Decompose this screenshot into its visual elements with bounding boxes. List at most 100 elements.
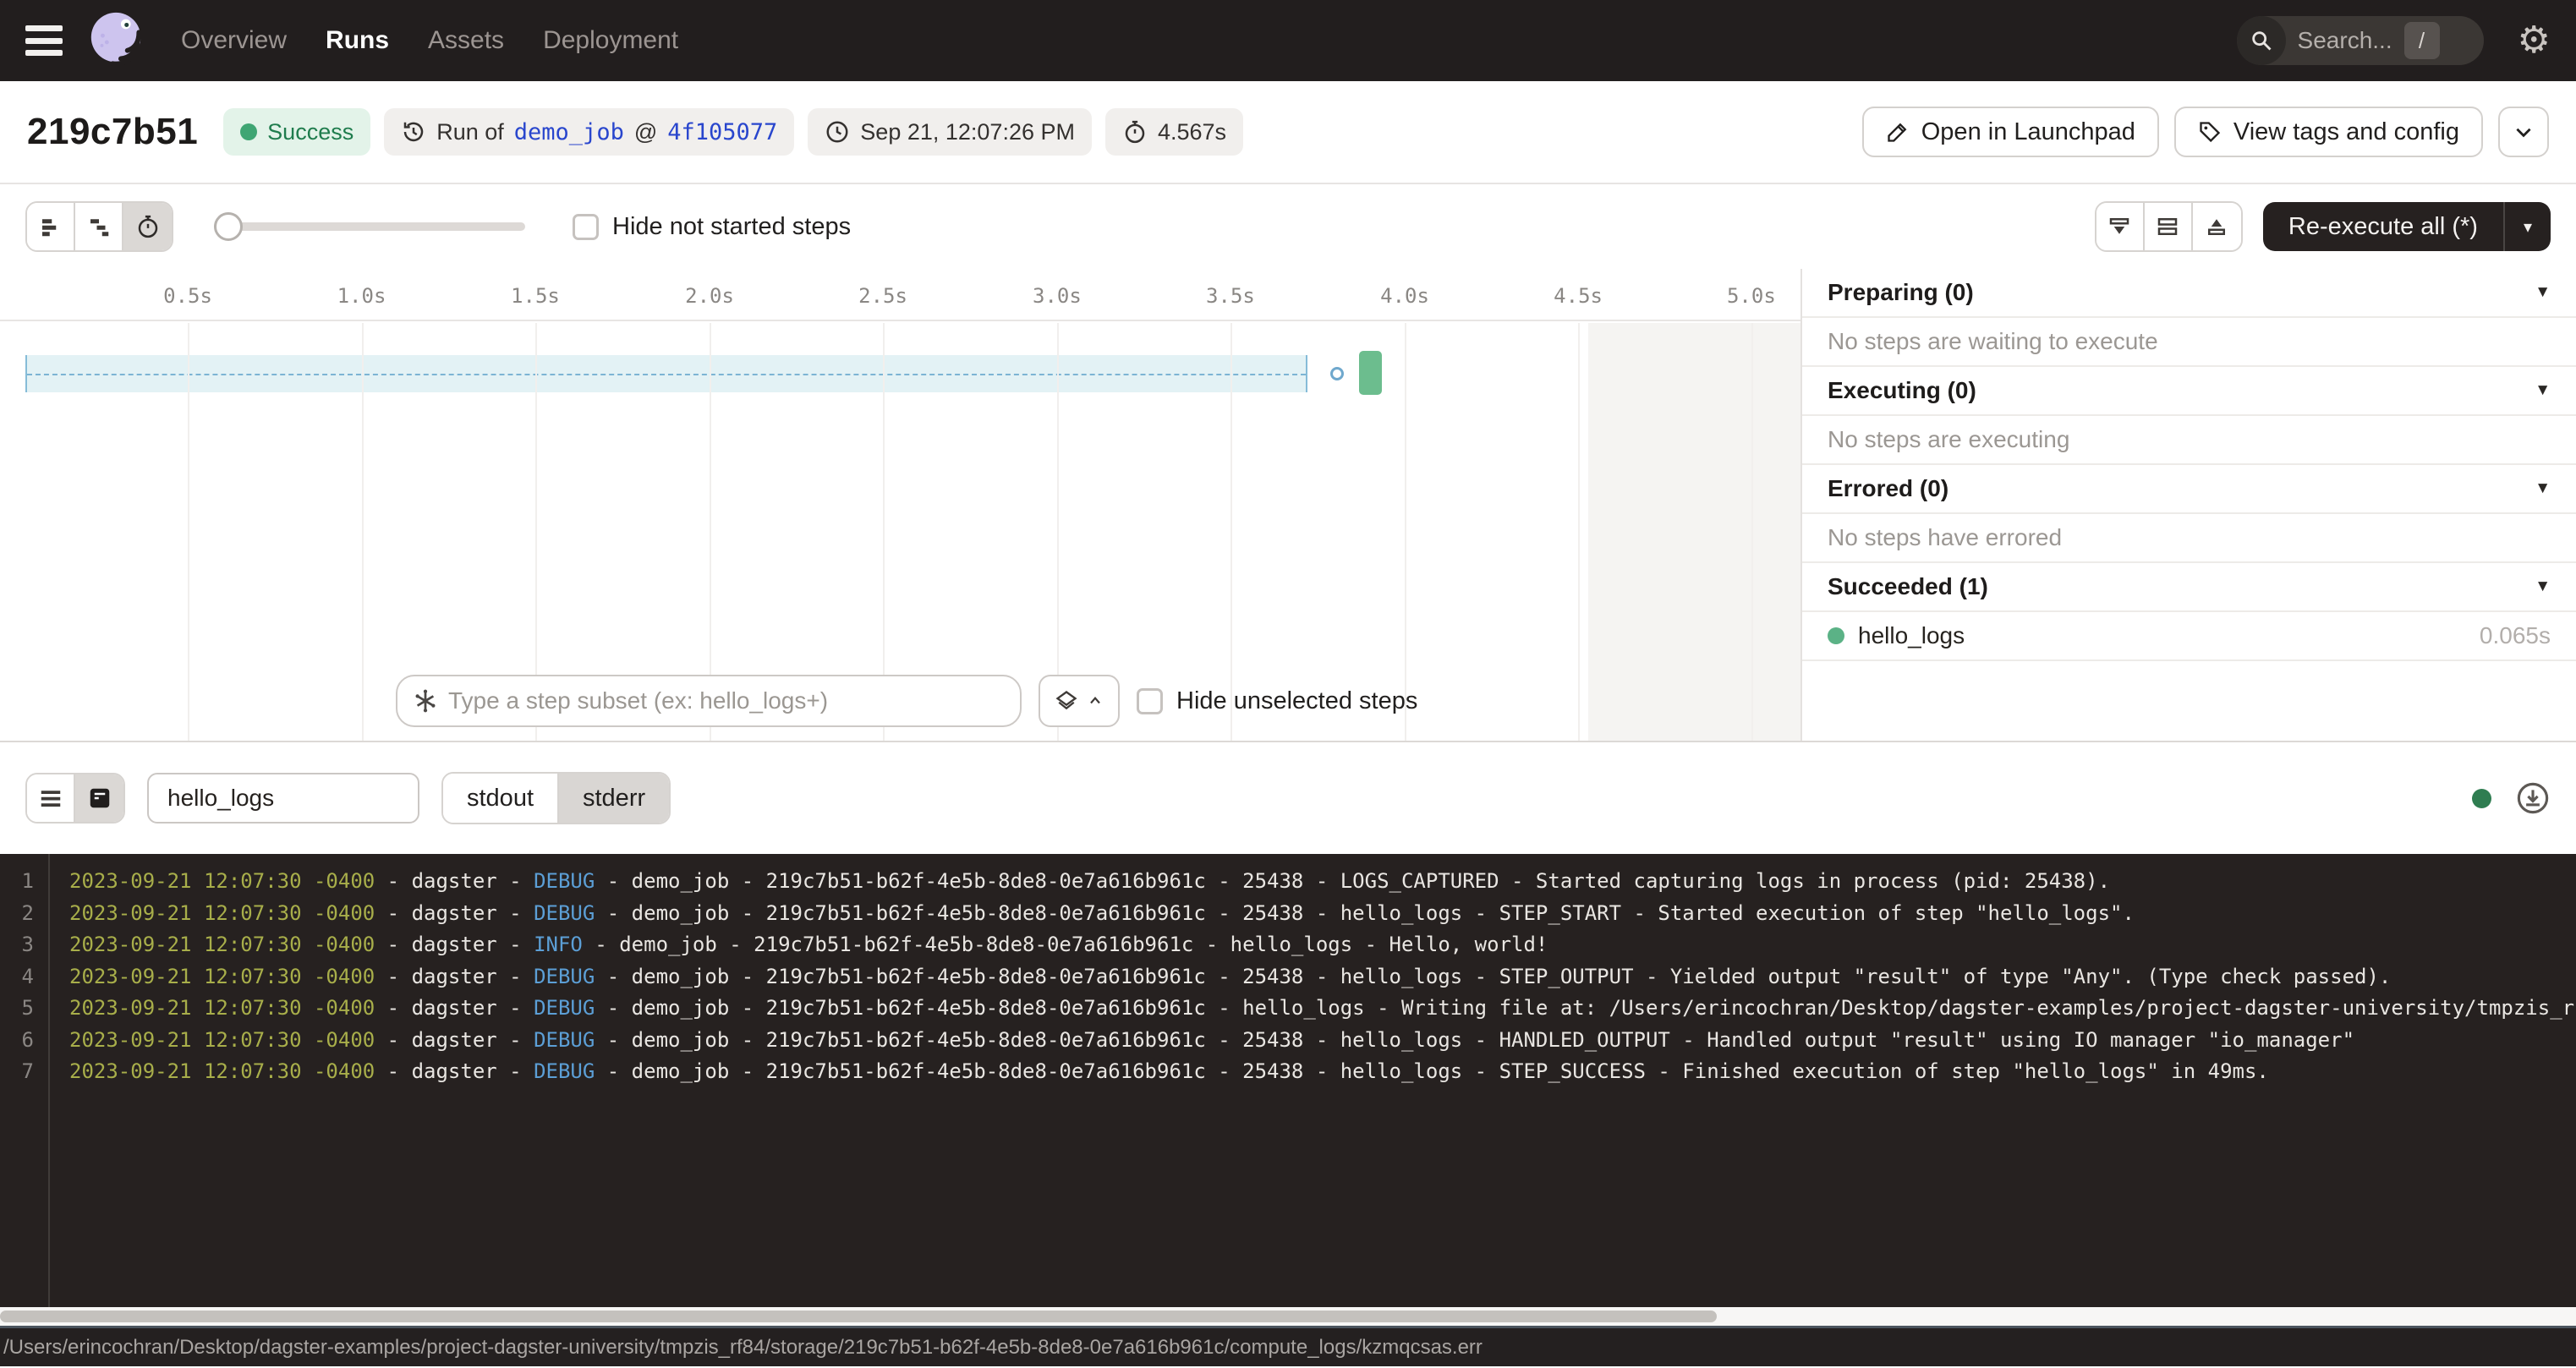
step-duration: 0.065s [2480,622,2551,649]
hide-unselected-checkbox-row[interactable]: Hide unselected steps [1137,687,1417,715]
caret-down-icon: ▼ [2535,283,2551,302]
hide-unselected-checkbox[interactable] [1137,688,1163,714]
log-level: INFO [534,933,583,956]
nav-item-deployment[interactable]: Deployment [543,26,678,55]
step-subset-input[interactable] [448,687,1005,714]
gear-icon[interactable]: ⚙ [2518,22,2551,59]
panel-section-header[interactable]: Errored (0) ▼ [1802,465,2576,514]
axis-tick-label: 5.0s [1727,284,1776,308]
log-line: 12023-09-21 12:07:30 -0400 - dagster - D… [0,866,2576,898]
log-line: 52023-09-21 12:07:30 -0400 - dagster - D… [0,993,2576,1025]
tab-stdout[interactable]: stdout [443,774,559,823]
axis-tick-label: 3.0s [1033,284,1082,308]
hide-not-started-checkbox-row[interactable]: Hide not started steps [573,213,851,241]
caret-down-icon: ▼ [2535,479,2551,498]
axis-tick-label: 2.5s [858,284,907,308]
tab-stderr[interactable]: stderr [559,774,669,823]
open-in-launchpad-button[interactable]: Open in Launchpad [1862,107,2159,157]
log-level: DEBUG [534,1028,595,1052]
run-actions-chevron-button[interactable] [2498,107,2549,157]
panel-empty-state: No steps have errored [1802,514,2576,563]
run-id-title: 219c7b51 [27,111,198,153]
download-log-icon[interactable] [2515,780,2551,816]
log-line: 62023-09-21 12:07:30 -0400 - dagster - D… [0,1025,2576,1057]
view-tags-config-button[interactable]: View tags and config [2174,107,2483,157]
hide-unselected-label: Hide unselected steps [1176,687,1417,715]
hide-not-started-checkbox[interactable] [573,214,599,240]
axis-tick-label: 1.0s [337,284,386,308]
view-timed-gantt-button[interactable] [123,203,172,250]
log-line: 42023-09-21 12:07:30 -0400 - dagster - D… [0,961,2576,993]
run-header: 219c7b51 Success Run of demo_job @ 4f105… [0,81,2576,184]
gridline [1751,323,1753,741]
tag-icon [2198,120,2222,144]
log-message: - demo_job - 219c7b51-b62f-4e5b-8de8-0e7… [595,869,2110,893]
view-flat-gantt-button[interactable] [27,203,75,250]
axis-tick-label: 4.5s [1554,284,1603,308]
panel-section-header[interactable]: Preparing (0) ▼ [1802,269,2576,318]
slider-handle[interactable] [214,212,243,241]
split-panes-button[interactable] [2145,203,2193,250]
panel-empty-state: No steps are waiting to execute [1802,318,2576,367]
expand-top-pane-button[interactable] [2193,203,2241,250]
log-message: - demo_job - 219c7b51-b62f-4e5b-8de8-0e7… [595,901,2135,925]
nav-item-assets[interactable]: Assets [428,26,504,55]
panel-empty-state: No steps are executing [1802,416,2576,465]
log-timestamp: 2023-09-21 12:07:30 -0400 [69,901,375,925]
clock-icon [825,119,850,145]
global-search[interactable]: / [2237,16,2484,65]
run-of-pill: Run of demo_job @ 4f105077 [384,108,794,156]
search-icon [2237,16,2286,65]
after-run-band [1588,323,1800,741]
panel-section-header[interactable]: Succeeded (1)▼ [1802,563,2576,612]
search-input[interactable] [2286,27,2404,54]
top-nav: Overview Runs Assets Deployment / ⚙ [0,0,2576,81]
log-status-dot-icon [2472,789,2491,808]
log-separator: - dagster - [375,869,534,893]
log-line: 72023-09-21 12:07:30 -0400 - dagster - D… [0,1056,2576,1088]
step-subset-inputbox[interactable] [396,675,1022,727]
panel-section-title: Errored (0) [1828,475,1948,502]
commit-link[interactable]: 4f105077 [667,119,777,145]
gantt-toolbar: Hide not started steps Re-execute all (*… [0,184,2576,269]
step-execution-bar[interactable] [1359,351,1382,395]
expand-bottom-pane-button[interactable] [2096,203,2145,250]
view-waterfall-gantt-button[interactable] [75,203,123,250]
structured-log-view-button[interactable] [27,774,75,822]
waiting-dash-line [27,374,1306,375]
nav-item-overview[interactable]: Overview [181,26,287,55]
panel-section-title: Executing (0) [1828,377,1976,404]
axis-tick-label: 4.0s [1380,284,1429,308]
slider-track[interactable] [214,222,525,231]
log-timestamp: 2023-09-21 12:07:30 -0400 [69,996,375,1020]
gantt-toolbar-right: Re-execute all (*) ▾ [2095,201,2551,252]
chevron-down-icon [2513,121,2535,143]
panel-section-title: Preparing (0) [1828,279,1974,306]
log-line-number: 7 [0,1056,34,1088]
axis-tick-label: 1.5s [511,284,560,308]
panel-section-title: Succeeded (1) [1828,573,1988,600]
log-level: DEBUG [534,1059,595,1083]
log-step-filter-input[interactable] [147,773,419,824]
reexecute-all-button[interactable]: Re-execute all (*) [2263,213,2503,241]
horizontal-scrollbar [0,1307,2576,1326]
gantt-zoom-slider[interactable] [214,202,525,251]
horizontal-scrollbar-thumb[interactable] [0,1311,1717,1322]
axis-tick-label: 0.5s [163,284,212,308]
graph-query-button[interactable] [1039,675,1120,727]
status-badge: Success [223,108,370,156]
panel-section-header[interactable]: Executing (0)▼ [1802,367,2576,416]
log-line-number: 4 [0,961,34,993]
status-dot-icon [240,123,257,140]
hamburger-menu-icon[interactable] [25,25,63,56]
job-name-link[interactable]: demo_job [514,119,624,145]
logs-toolbar-right [2472,780,2551,816]
dagster-logo-icon[interactable] [85,8,151,74]
raw-log-view-button[interactable] [75,774,123,822]
succeeded-step-row[interactable]: hello_logs 0.065s [1802,612,2576,661]
step-name: hello_logs [1858,622,1965,649]
nav-item-runs[interactable]: Runs [326,26,389,55]
op-selector-icon [413,688,438,714]
log-timestamp: 2023-09-21 12:07:30 -0400 [69,1059,375,1083]
reexecute-dropdown-caret[interactable]: ▾ [2503,202,2551,251]
